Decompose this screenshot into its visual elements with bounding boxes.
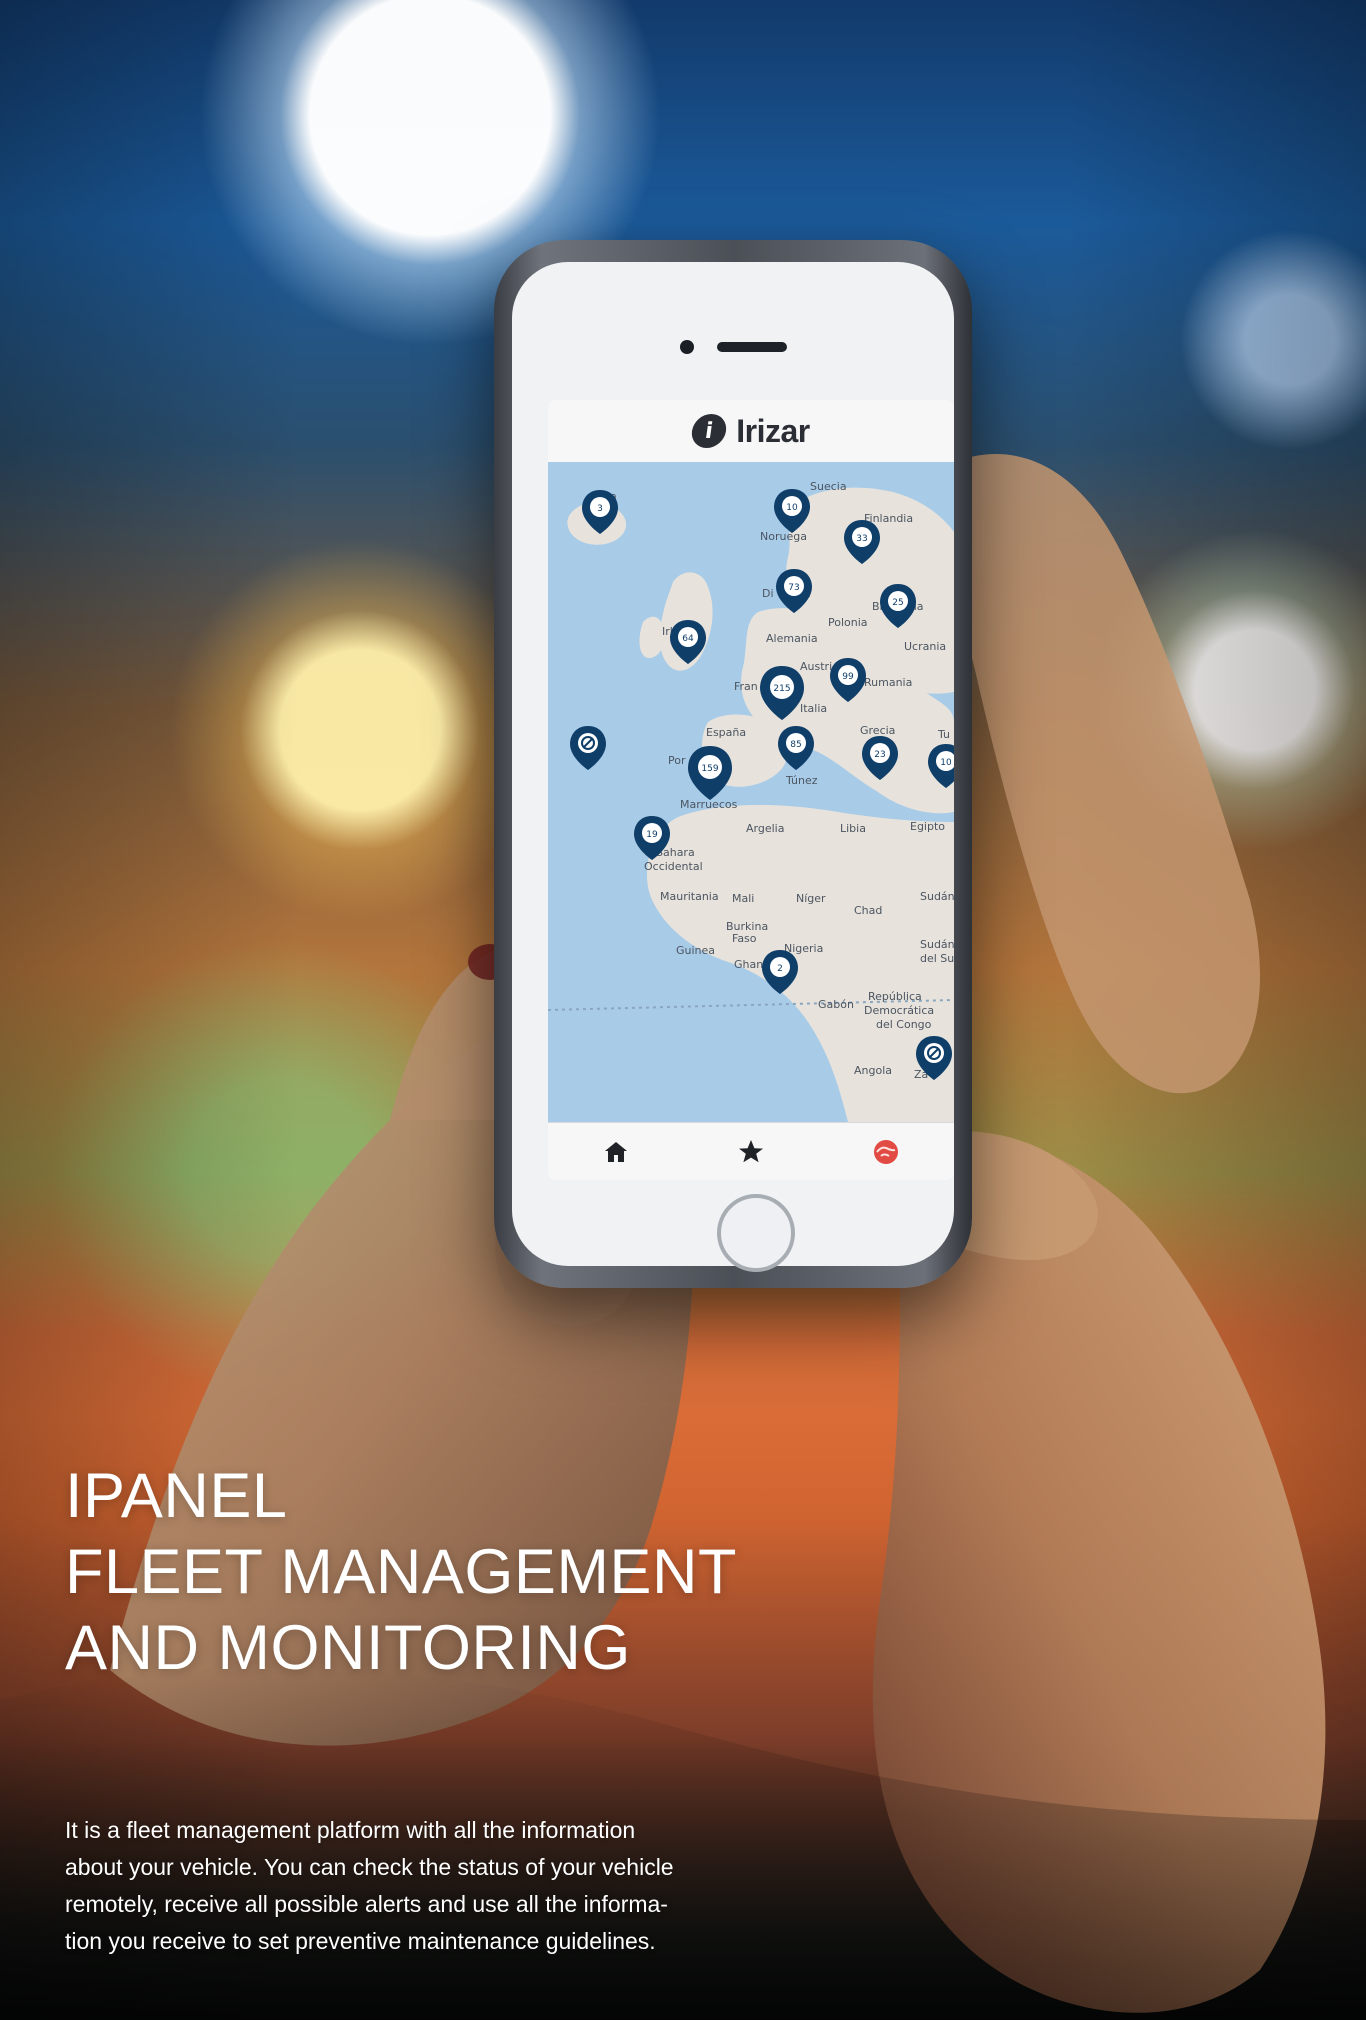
map-label: Ghan	[734, 958, 763, 971]
map-marker-count: 10	[786, 503, 798, 513]
photo-background: i Irizar Suecia Finlandia Noruega Di Irl…	[0, 0, 1366, 2020]
page-title: IPANEL FLEET MANAGEMENT AND MONITORING	[65, 1458, 737, 1686]
title-line: FLEET MANAGEMENT	[65, 1537, 737, 1607]
map-label: Túnez	[785, 774, 818, 787]
map-marker-count: 215	[773, 684, 790, 694]
map-label: Alemania	[766, 632, 818, 645]
map-marker-count: 25	[892, 598, 903, 608]
fleet-map[interactable]: ndia Suecia Finlandia Noruega Di ca Irl …	[548, 462, 954, 1122]
map-label: Italia	[800, 702, 827, 715]
description-line: remotely, receive all possible alerts an…	[65, 1891, 668, 1917]
map-marker-count: 73	[788, 583, 799, 593]
description-line: It is a fleet management platform with a…	[65, 1817, 636, 1843]
map-label: Mali	[732, 892, 754, 905]
map-marker-count: 64	[682, 634, 694, 644]
map-label: Gabón	[818, 998, 854, 1011]
map-marker-count: 33	[856, 534, 867, 544]
home-icon[interactable]	[590, 1130, 642, 1174]
map-label: España	[706, 726, 746, 739]
map-marker-count: 23	[874, 750, 885, 760]
star-icon[interactable]	[725, 1130, 777, 1174]
map-label: Mauritania	[660, 890, 719, 903]
hero-description: It is a fleet management platform with a…	[65, 1812, 765, 1960]
map-label: Marruecos	[680, 798, 738, 811]
map-label: Polonia	[828, 616, 868, 629]
map-label: del Su	[920, 952, 954, 965]
title-line: AND MONITORING	[65, 1613, 631, 1683]
map-canvas: ndia Suecia Finlandia Noruega Di ca Irl …	[548, 480, 954, 1122]
map-label: Occidental	[644, 860, 703, 873]
map-label: Ucrania	[904, 640, 946, 653]
map-marker-count: 3	[597, 504, 603, 514]
smartphone: i Irizar Suecia Finlandia Noruega Di Irl…	[494, 240, 972, 1288]
map-label: Democrática	[864, 1004, 934, 1017]
irizar-logo-mark: i	[703, 418, 715, 444]
title-line: IPANEL	[65, 1461, 288, 1531]
brand-name: Irizar	[736, 412, 810, 449]
map-marker-count: 159	[701, 764, 718, 774]
map-label: Rumania	[864, 676, 912, 689]
map-label: Fran	[734, 680, 758, 693]
app-header: i Irizar	[548, 400, 954, 462]
description-line: tion you receive to set preventive maint…	[65, 1928, 656, 1954]
map-label: Níger	[796, 892, 826, 905]
map-label: Chad	[854, 904, 882, 917]
map-label: República	[868, 990, 922, 1003]
map-label: Angola	[854, 1064, 892, 1077]
phone-home-button	[717, 1194, 795, 1272]
map-label: Sudán	[920, 890, 954, 903]
map-label: Por	[668, 754, 686, 767]
hero-title-block: IPANEL FLEET MANAGEMENT AND MONITORING	[65, 1458, 737, 1686]
map-label: Grecia	[860, 724, 895, 737]
globe-icon[interactable]	[860, 1130, 912, 1174]
map-label: Egipto	[910, 820, 945, 833]
map-label: Guinea	[676, 944, 715, 957]
phone-screen: i Irizar Suecia Finlandia Noruega Di Irl…	[548, 400, 954, 1180]
map-label: Di	[762, 587, 774, 600]
map-marker-count: 99	[842, 672, 854, 682]
description-line: about your vehicle. You can check the st…	[65, 1854, 674, 1880]
map-marker-count: 2	[777, 964, 783, 974]
map-label: Libia	[840, 822, 866, 835]
earpiece-speaker	[717, 342, 787, 352]
map-label: del Congo	[876, 1018, 932, 1031]
phone-front: i Irizar Suecia Finlandia Noruega Di Irl…	[512, 262, 954, 1272]
irizar-logo-icon: i	[689, 414, 729, 448]
map-label: Austri	[800, 660, 832, 673]
map-label: Argelia	[746, 822, 784, 835]
front-camera-icon	[680, 340, 694, 354]
map-label: Tu	[937, 728, 950, 741]
map-marker-spain[interactable]: 159	[688, 746, 732, 800]
map-label: Sudán	[920, 938, 954, 951]
map-marker-count: 19	[646, 830, 658, 840]
map-marker-count: 85	[790, 740, 801, 750]
map-label: Noruega	[760, 530, 807, 543]
map-marker-ocean-west[interactable]	[570, 726, 606, 770]
map-label: Faso	[732, 932, 757, 945]
map-label: Suecia	[810, 480, 847, 493]
bottom-navigation	[548, 1122, 954, 1180]
map-marker-count: 10	[940, 758, 952, 768]
